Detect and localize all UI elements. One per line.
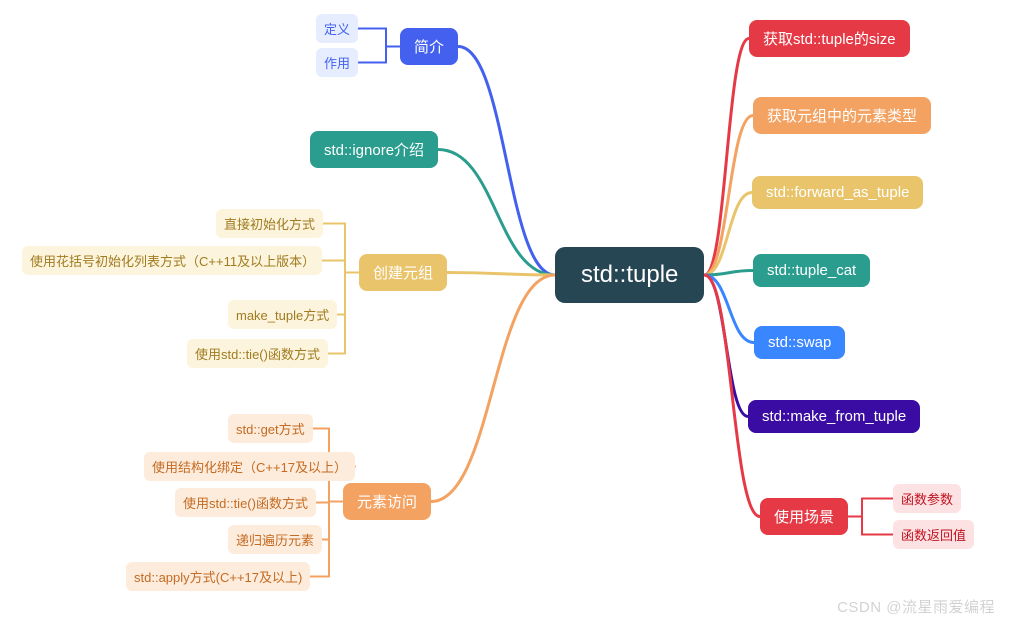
node-size[interactable]: 获取std::tuple的size [749, 20, 910, 57]
node-access[interactable]: 元素访问 [343, 483, 431, 520]
leaf-fn-ret[interactable]: 函数返回值 [893, 520, 974, 549]
node-elemtype[interactable]: 获取元组中的元素类型 [753, 97, 931, 134]
leaf-struct-bind[interactable]: 使用结构化绑定（C++17及以上） [144, 452, 355, 481]
leaf-tie-access[interactable]: 使用std::tie()函数方式 [175, 488, 316, 517]
node-ignore[interactable]: std::ignore介绍 [310, 131, 438, 168]
leaf-def[interactable]: 定义 [316, 14, 358, 43]
leaf-fn-arg[interactable]: 函数参数 [893, 484, 961, 513]
leaf-std-get[interactable]: std::get方式 [228, 414, 313, 443]
node-swap[interactable]: std::swap [754, 326, 845, 359]
root-node[interactable]: std::tuple [555, 247, 704, 303]
leaf-apply[interactable]: std::apply方式(C++17及以上) [126, 562, 310, 591]
node-intro[interactable]: 简介 [400, 28, 458, 65]
node-create[interactable]: 创建元组 [359, 254, 447, 291]
leaf-effect[interactable]: 作用 [316, 48, 358, 77]
leaf-direct-init[interactable]: 直接初始化方式 [216, 209, 323, 238]
leaf-tie-create[interactable]: 使用std::tie()函数方式 [187, 339, 328, 368]
node-usage[interactable]: 使用场景 [760, 498, 848, 535]
leaf-brace-init[interactable]: 使用花括号初始化列表方式（C++11及以上版本） [22, 246, 322, 275]
node-tuple-cat[interactable]: std::tuple_cat [753, 254, 870, 287]
leaf-recursive[interactable]: 递归遍历元素 [228, 525, 322, 554]
node-make-from[interactable]: std::make_from_tuple [748, 400, 920, 433]
watermark: CSDN @流星雨爱编程 [837, 596, 995, 617]
leaf-make-tuple[interactable]: make_tuple方式 [228, 300, 337, 329]
node-fwd-as-tuple[interactable]: std::forward_as_tuple [752, 176, 923, 209]
